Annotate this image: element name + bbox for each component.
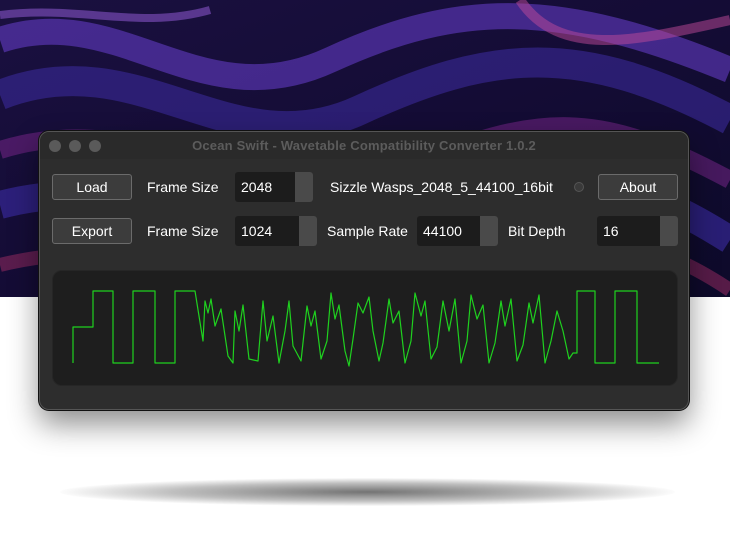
sample-rate-label: Sample Rate xyxy=(327,223,408,239)
dropdown-arrow-icon xyxy=(480,216,498,246)
output-frame-size-value: 1024 xyxy=(241,223,273,239)
sample-rate-value: 44100 xyxy=(423,223,462,239)
waveform-display xyxy=(52,270,678,386)
title-bar[interactable]: Ocean Swift - Wavetable Compatibility Co… xyxy=(40,132,688,159)
load-button[interactable]: Load xyxy=(52,174,132,200)
bit-depth-select[interactable]: 16 xyxy=(597,216,678,246)
input-frame-size-value: 2048 xyxy=(241,179,273,195)
input-frame-size-label: Frame Size xyxy=(147,179,219,195)
dropdown-arrow-icon xyxy=(660,216,678,246)
window-floor-shadow xyxy=(60,478,675,506)
dropdown-arrow-icon xyxy=(299,216,317,246)
export-button[interactable]: Export xyxy=(52,218,132,244)
output-frame-size-label: Frame Size xyxy=(147,223,219,239)
dropdown-arrow-icon xyxy=(295,172,313,202)
bit-depth-value: 16 xyxy=(603,223,619,239)
about-button[interactable]: About xyxy=(598,174,678,200)
waveform-trace xyxy=(72,290,659,367)
input-frame-size-select[interactable]: 2048 xyxy=(235,172,313,202)
app-window: Ocean Swift - Wavetable Compatibility Co… xyxy=(39,131,689,410)
loaded-file-name: Sizzle Wasps_2048_5_44100_16bit xyxy=(330,179,553,195)
window-title: Ocean Swift - Wavetable Compatibility Co… xyxy=(192,138,536,153)
sample-rate-select[interactable]: 44100 xyxy=(417,216,498,246)
output-frame-size-select[interactable]: 1024 xyxy=(235,216,317,246)
status-led-icon xyxy=(574,182,584,192)
bit-depth-label: Bit Depth xyxy=(508,223,566,239)
